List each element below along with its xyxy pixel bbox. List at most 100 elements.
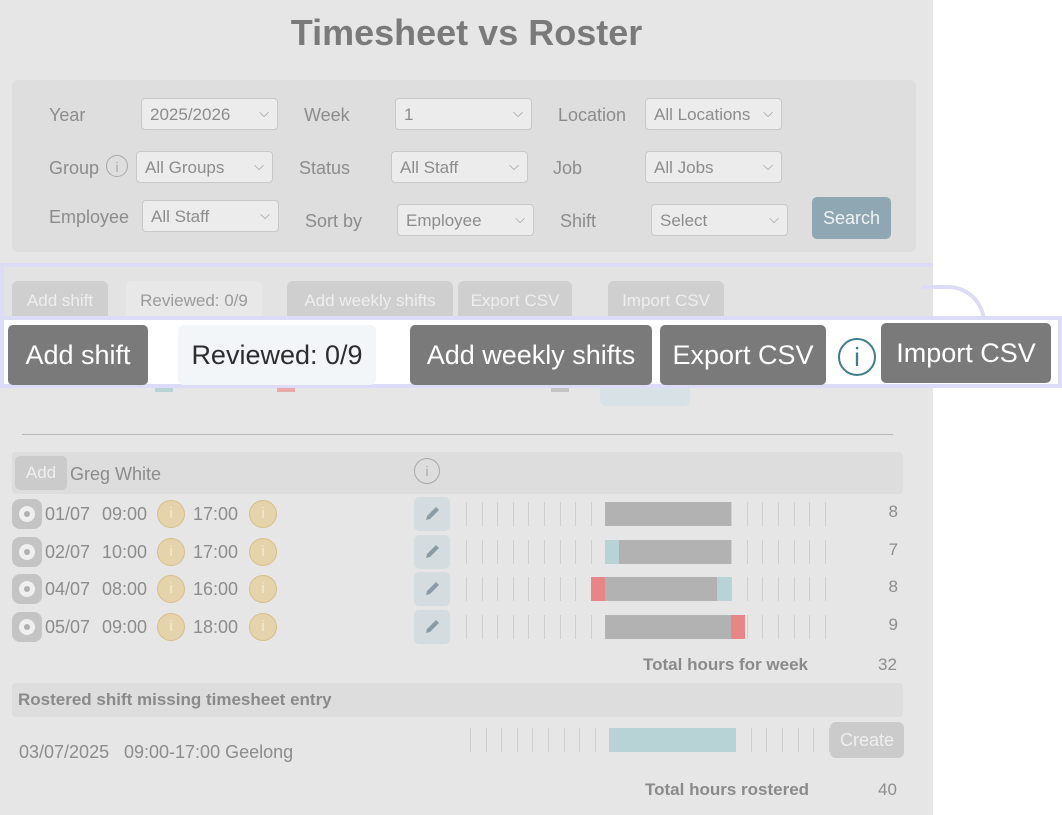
shift-end: 18:00 <box>193 616 239 637</box>
shift-select[interactable]: Select ⌵ <box>651 204 788 236</box>
status-select[interactable]: All Staff ⌵ <box>391 151 528 183</box>
end-time-info-icon[interactable]: i <box>249 612 277 641</box>
chevron-down-icon: ⌵ <box>763 158 773 173</box>
timeline-tick <box>762 577 764 601</box>
group-select-value: All Groups <box>145 158 225 177</box>
location-label: Location <box>558 105 627 125</box>
edit-shift-button[interactable] <box>414 497 450 531</box>
chevron-down-icon: ⌵ <box>513 105 523 120</box>
export-csv-button-faded[interactable]: Export CSV <box>458 281 572 321</box>
import-csv-button[interactable]: Import CSV <box>881 323 1051 383</box>
add-shift-button[interactable]: Add shift <box>8 325 148 385</box>
timeline-tick <box>778 577 779 601</box>
timeline-tick <box>528 577 530 601</box>
total-hours-week-label: Total hours for week <box>643 655 808 674</box>
shift-select-radio[interactable] <box>12 574 42 604</box>
timeline-tick <box>824 577 826 601</box>
shift-start: 09:00 <box>102 616 148 637</box>
timeline-tick <box>778 539 779 564</box>
end-time-info-icon[interactable]: i <box>249 537 277 566</box>
group-info-icon[interactable]: i <box>106 155 128 177</box>
legend-swatch-rostered <box>155 388 173 392</box>
timeline-tick <box>731 502 733 526</box>
shift-select-value: Select <box>660 211 708 230</box>
employee-select[interactable]: All Staff ⌵ <box>142 200 279 232</box>
job-select[interactable]: All Jobs ⌵ <box>645 151 782 183</box>
timeline-segment-rostered <box>609 728 736 752</box>
shift-end: 17:00 <box>193 504 239 524</box>
timeline-tick <box>497 614 499 639</box>
status-label: Status <box>299 158 351 178</box>
edit-shift-button[interactable] <box>414 572 450 606</box>
chevron-down-icon: ⌵ <box>260 207 270 222</box>
timeline-segment-rostered <box>717 577 731 601</box>
chevron-down-icon: ⌵ <box>259 105 269 120</box>
timeline-segment-rostered <box>605 539 619 564</box>
add-weekly-shifts-button-faded[interactable]: Add weekly shifts <box>287 281 453 321</box>
timeline-tick <box>809 539 811 564</box>
week-select[interactable]: 1 ⌵ <box>395 98 532 130</box>
start-time-info-icon[interactable]: i <box>157 537 185 566</box>
shift-date: 01/07 <box>45 504 91 524</box>
employee-info-icon[interactable]: i <box>414 458 440 484</box>
sortby-label: Sort by <box>305 211 363 231</box>
pencil-icon <box>426 544 439 558</box>
add-shift-button-faded[interactable]: Add shift <box>12 281 108 321</box>
group-select[interactable]: All Groups ⌵ <box>136 151 273 183</box>
chevron-down-icon: ⌵ <box>254 158 264 173</box>
timeline-segment-late <box>731 614 745 639</box>
shift-select-radio[interactable] <box>12 611 42 642</box>
search-button[interactable]: Search <box>812 197 891 239</box>
timeline-tick <box>516 728 518 752</box>
sortby-select[interactable]: Employee ⌵ <box>397 204 534 236</box>
end-time-info-icon[interactable]: i <box>249 500 277 528</box>
timeline-tick <box>824 614 826 639</box>
timeline-segment-early <box>591 577 605 601</box>
end-time-info-icon[interactable]: i <box>249 575 277 603</box>
job-label: Job <box>553 158 583 178</box>
timeline-tick <box>793 539 795 564</box>
add-weekly-shifts-button[interactable]: Add weekly shifts <box>410 325 652 385</box>
add-employee-shift-button[interactable]: Add <box>15 456 67 490</box>
status-select-value: All Staff <box>400 158 459 177</box>
export-csv-button[interactable]: Export CSV <box>660 325 826 385</box>
timeline-tick <box>809 614 811 639</box>
import-info-icon[interactable]: i <box>838 338 876 376</box>
timeline-tick <box>497 539 499 564</box>
toolbar-background: Add shift Reviewed: 0/9 Add weekly shift… <box>0 263 933 323</box>
timeline-tick <box>512 577 514 601</box>
start-time-info-icon[interactable]: i <box>157 500 185 528</box>
year-select[interactable]: 2025/2026 ⌵ <box>141 98 278 130</box>
timeline-tick <box>746 502 748 526</box>
shift-start: 10:00 <box>102 541 148 562</box>
timeline-tick <box>559 539 561 564</box>
employee-name: Greg White <box>70 464 162 484</box>
shift-select-radio[interactable] <box>12 536 42 567</box>
create-timesheet-button[interactable]: Create <box>830 722 904 758</box>
timeline-tick <box>485 728 487 752</box>
chevron-down-icon: ⌵ <box>509 158 519 173</box>
timeline-tick <box>481 577 483 601</box>
import-csv-button-faded[interactable]: Import CSV <box>608 281 724 321</box>
timeline-tick <box>594 728 596 752</box>
missing-entry-title: Rostered shift missing timesheet entry <box>18 690 332 709</box>
total-hours-week-value: 32 <box>878 655 897 674</box>
edit-shift-button[interactable] <box>414 609 450 644</box>
timeline-tick <box>559 614 561 639</box>
timeline-tick <box>590 614 592 639</box>
timeline-tick <box>746 577 748 601</box>
timeline-tick <box>590 502 592 526</box>
timeline-tick <box>746 539 748 564</box>
timeline-tick <box>575 539 577 564</box>
location-select[interactable]: All Locations ⌵ <box>645 98 782 130</box>
start-time-info-icon[interactable]: i <box>157 612 185 641</box>
notes-button[interactable] <box>600 388 690 406</box>
timeline-tick <box>466 614 467 639</box>
shift-select-radio[interactable] <box>12 499 42 529</box>
start-time-info-icon[interactable]: i <box>157 575 185 603</box>
employee-label: Employee <box>49 207 130 227</box>
timeline-tick <box>797 728 799 752</box>
timeline-tick <box>575 614 577 639</box>
pencil-icon <box>426 619 439 633</box>
edit-shift-button[interactable] <box>414 534 450 569</box>
